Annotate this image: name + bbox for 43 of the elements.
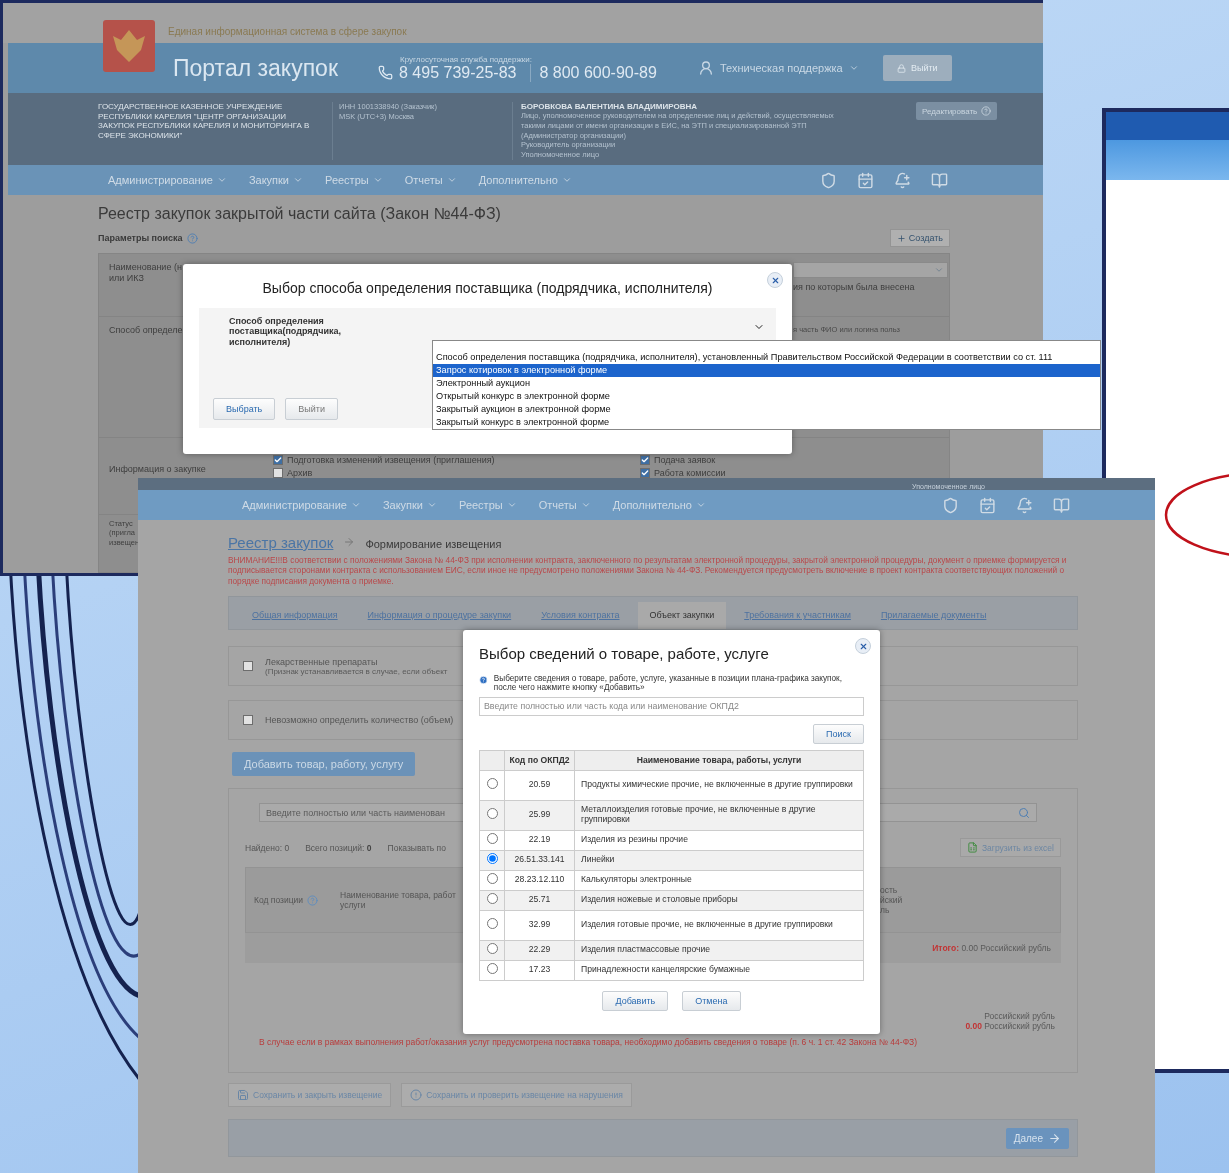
total-count: Всего позиций: 0 xyxy=(305,842,372,853)
support-label: Круглосуточная служба поддержки: xyxy=(400,54,534,64)
table-cell: 32.99 xyxy=(504,910,575,941)
column-header: ость xyxy=(880,885,898,896)
table-cell: 20.59 xyxy=(504,770,575,801)
field-label: Способ определения поставщика(подрядчика, исполнителя) xyxy=(229,316,343,348)
column-header: Наименование товара, работ xyxy=(340,890,456,901)
option-label: Невозможно определить количество (объем) xyxy=(265,715,454,726)
field-hint: ия по которым была внесена xyxy=(793,282,916,293)
dialog-hint: Выберите сведения о товаре, работе, услуге, указанные в позиции плана-графика закупок, после чего нажмите кнопку «Добавить» xyxy=(493,674,843,693)
column-header: услуги xyxy=(340,900,366,911)
phone-number: 8 800 600-90-89 xyxy=(530,63,665,82)
dialog-title: Выбор сведений о товаре, работе, услуге xyxy=(479,645,770,662)
found-count: Найдено: 0 xyxy=(245,842,290,853)
column-header: Наименование товара, работы, услуги xyxy=(574,750,864,771)
organization-name: ГОСУДАРСТВЕННОЕ КАЗЕННОЕ УЧРЕЖДЕНИЕ РЕСПУБЛИКИ КАРЕЛИЯ "ЦЕНТР ОРГАНИЗАЦИИ ЗАКУПОК РЕСПУБЛИКИ КАРЕЛИЯ И МОНИТОРИНГА В СФЕРЕ ЭКОНОМИКИ" xyxy=(98,102,333,160)
goods-note: В случае если в рамках выполнения работ/оказания услуг предусмотрена поставка товара, необходимо добавить сведения о товаре (п. 6 ч. 1 ст. 42 Закона № 44-ФЗ) xyxy=(259,1037,919,1048)
warning-text: ВНИМАНИЕ!!!В соответствии с положениями Закона № 44-ФЗ при исполнении контракта, заключенного по результатам электронной процедуры, закрытой электронной процедуры, документ о приемке формируется и подписывается сторонами контракта с использованием ЕИС, если иное не предусмотрено положениями Закона № 44-ФЗ. Рекомендуется предусмотреть включение в проект контракта соответствующих положений о порядке подписания документа о приемке. xyxy=(228,555,1068,587)
column-header: ль xyxy=(880,905,890,916)
currency-sum: 0.00 Российский рубль xyxy=(965,1021,1055,1032)
table-cell: Изделия готовые прочие, не включенные в другие группировки xyxy=(574,910,864,941)
phone-number: 8 495 739-25-83 xyxy=(399,63,517,82)
search-params-label: Параметры поиска xyxy=(98,233,183,243)
field-label: Информация о закупке xyxy=(109,463,206,475)
column-header: йский xyxy=(880,895,903,906)
page-title: Реестр закупок закрытой части сайта (Закон №44-ФЗ) xyxy=(98,205,502,223)
user-name: БОРОВКОВА ВАЛЕНТИНА ВЛАДИМИРОВНА xyxy=(521,102,698,111)
column-header: Код по ОКПД2 xyxy=(504,750,575,771)
field-label: Способ определе xyxy=(109,325,183,337)
option-note: (Признак устанавливается в случае, если объект xyxy=(265,666,448,676)
table-cell: Металлоизделия готовые прочие, не включенные в другие группировки xyxy=(574,800,864,831)
field-label: Наименование (н xyxy=(109,262,182,273)
table-cell: Продукты химические прочие, не включенные в другие группировки xyxy=(574,770,864,801)
field-label: или ИКЗ xyxy=(109,272,144,284)
option-label: Лекарственные препараты xyxy=(265,656,379,667)
breadcrumb-current: Формирование извещения xyxy=(365,538,502,550)
currency-sum: Российский рубль xyxy=(984,1011,1055,1022)
portal-title: Портал закупок xyxy=(173,54,339,82)
table-cell: 25.99 xyxy=(504,800,575,831)
dialog-title: Выбор способа определения поставщика (подрядчика, исполнителя) xyxy=(261,280,714,296)
portal-subtitle: Единая информационная система в сфере закупок xyxy=(168,26,407,38)
per-page-label: Показывать по xyxy=(387,842,446,853)
column-header: Код позиции xyxy=(254,895,304,906)
